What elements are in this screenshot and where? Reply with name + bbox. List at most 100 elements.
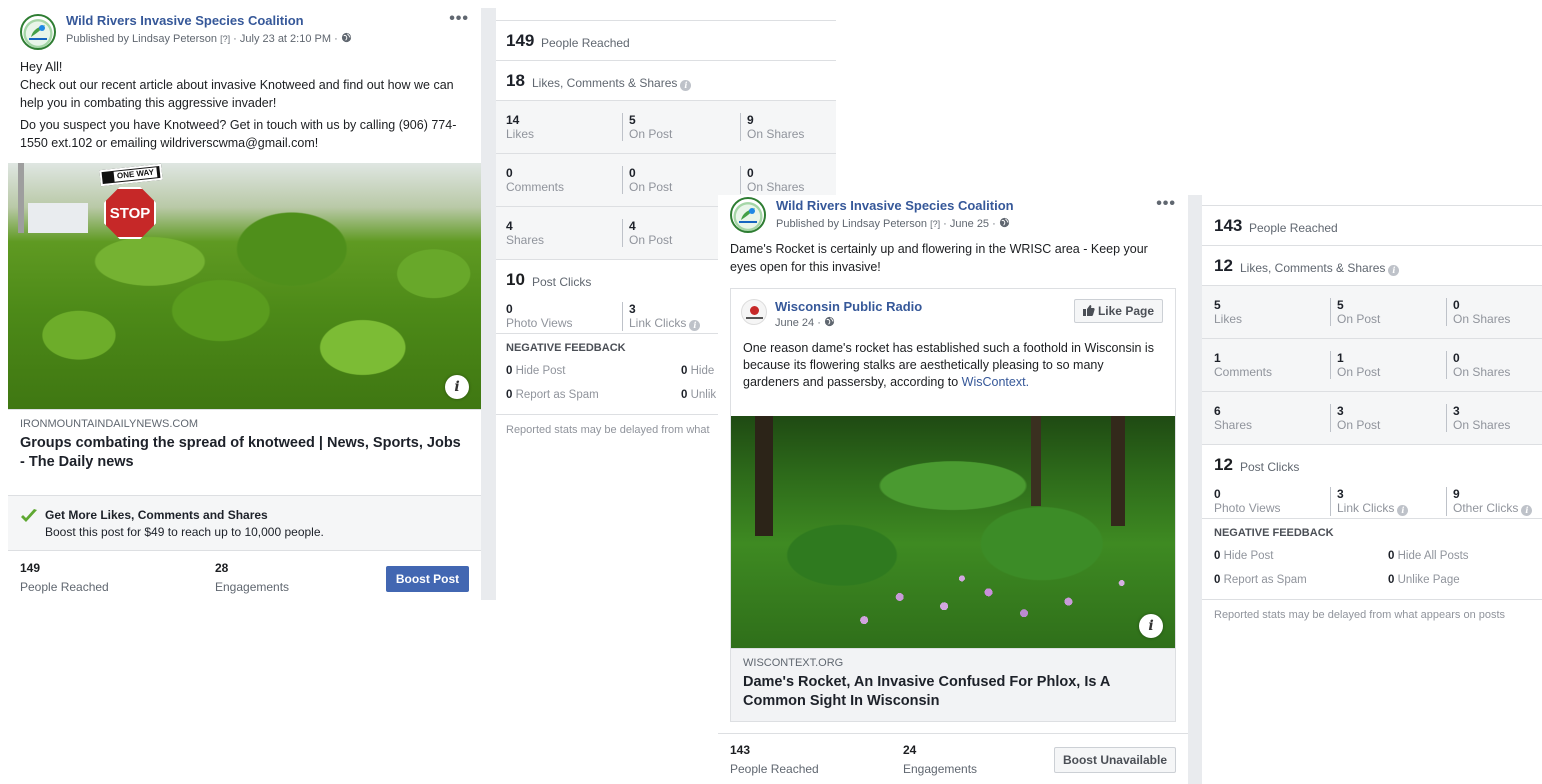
shared-text: One reason dame's rocket has established…	[731, 334, 1175, 416]
info-icon[interactable]: i	[1388, 265, 1400, 276]
info-icon[interactable]: i	[445, 375, 469, 399]
cell: 0 On Shares	[740, 166, 804, 194]
cell-value: 3	[1337, 487, 1344, 501]
cell-value: 0	[629, 166, 636, 180]
cell: 0 Comments	[506, 166, 564, 194]
engagements-value: 24	[903, 743, 917, 757]
note-row: Reported stats may be delayed from what …	[1202, 599, 1542, 629]
engagements-label: Engagements	[903, 762, 978, 776]
reach-row: 149 People Reached	[496, 21, 836, 61]
cell: 4 Shares	[506, 219, 544, 247]
more-icon[interactable]: •••	[449, 10, 469, 28]
cell-label: Comments	[1214, 365, 1273, 379]
report-spam: 0 Report as Spam	[1214, 574, 1307, 586]
clicks-value: 10	[506, 270, 525, 289]
unlike-value: 0	[681, 389, 688, 401]
cell-value: 6	[1214, 404, 1221, 418]
cell-label: On Post	[629, 233, 673, 247]
cell-label: On Post	[1337, 365, 1381, 379]
hide-all-value: 0	[1388, 550, 1395, 562]
link-preview[interactable]: WISCONTEXT.ORG Dame's Rocket, An Invasiv…	[731, 648, 1175, 721]
cell-label: On Post	[1337, 418, 1381, 432]
globe-icon	[824, 316, 835, 329]
cell: 3 Link Clicks i	[622, 302, 701, 331]
reached-label: People Reached	[730, 762, 819, 776]
dames-rocket-photo[interactable]: i	[731, 416, 1175, 648]
neg-title: NEGATIVE FEEDBACK	[506, 342, 626, 354]
cell-value: 4	[506, 219, 513, 233]
knotweed-photo[interactable]: ONE WAY STOP i	[8, 163, 481, 409]
spam-value: 0	[1214, 574, 1221, 586]
info-icon[interactable]: i	[689, 320, 701, 331]
one-way-sign: ONE WAY	[99, 163, 163, 187]
comments-row: 1 Comments 1 On Post 0 On Shares	[1202, 339, 1542, 392]
page-name-link[interactable]: Wild Rivers Invasive Species Coalition	[66, 13, 304, 28]
boost-post-button[interactable]: Boost Post	[386, 566, 469, 592]
hide-all-value: 0	[681, 365, 688, 377]
shared-text-body: One reason dame's rocket has established…	[743, 341, 1154, 389]
check-icon	[21, 509, 37, 522]
cell-label: On Shares	[1453, 418, 1511, 432]
cell: 3 Link Clicks i	[1330, 487, 1409, 516]
boost-subtitle: Boost this post for $49 to reach up to 1…	[45, 525, 324, 539]
stop-sign: STOP	[104, 187, 156, 239]
cell-label: On Post	[1337, 312, 1381, 326]
shared-date[interactable]: June 24	[775, 317, 814, 329]
cell: 9 Other Clicks i	[1446, 487, 1533, 516]
cell-value: 1	[1337, 351, 1344, 365]
cell-label: Likes	[506, 127, 535, 141]
delay-note: Reported stats may be delayed from what	[506, 424, 710, 436]
like-page-button[interactable]: Like Page	[1073, 299, 1163, 323]
engagements-label: Engagements	[215, 580, 290, 594]
cell-value: 0	[1214, 487, 1221, 501]
link-title[interactable]: Dame's Rocket, An Invasive Confused For …	[743, 673, 1163, 711]
page-logo[interactable]	[730, 197, 766, 233]
shared-page-name[interactable]: Wisconsin Public Radio	[775, 299, 922, 314]
cell: 1 Comments	[1214, 351, 1272, 379]
lcs-value: 18	[506, 71, 525, 90]
post-date[interactable]: July 23 at 2:10 PM	[240, 33, 331, 45]
cell-value: 0	[747, 166, 754, 180]
info-icon[interactable]: i	[1521, 505, 1533, 516]
cell: 3 On Shares	[1446, 404, 1510, 432]
spam-label: Report as Spam	[1223, 574, 1307, 586]
cell: 6 Shares	[1214, 404, 1252, 432]
link-preview[interactable]: IRONMOUNTAINDAILYNEWS.COM Groups combati…	[8, 409, 481, 483]
cell: 0 On Post	[622, 166, 672, 194]
cell-value: 5	[1337, 298, 1344, 312]
hide-all-label: Hide All Posts	[1397, 550, 1469, 562]
hide-post: 0 Hide Post	[506, 365, 565, 377]
help-marker[interactable]: [?]	[220, 34, 230, 44]
info-icon[interactable]: i	[1397, 505, 1409, 516]
post-card-1: Wild Rivers Invasive Species Coalition P…	[8, 8, 481, 600]
page-name-link[interactable]: Wild Rivers Invasive Species Coalition	[776, 198, 1014, 213]
hide-post-value: 0	[506, 365, 513, 377]
post-text-line: Do you suspect you have Knotweed? Get in…	[20, 118, 457, 150]
page-logo[interactable]	[20, 14, 56, 50]
help-marker[interactable]: [?]	[930, 219, 940, 229]
link-title[interactable]: Groups combating the spread of knotweed …	[20, 434, 469, 472]
cell-label: Link Clicks i	[629, 316, 701, 331]
cell-label-text: Link Clicks	[629, 316, 687, 330]
post-text-line: Hey All!	[20, 60, 63, 74]
info-icon[interactable]: i	[1139, 614, 1163, 638]
cell: 5 Likes	[1214, 298, 1242, 326]
insights-panel-2: 143 People Reached 12 Likes, Comments & …	[1202, 205, 1542, 635]
more-icon[interactable]: •••	[1156, 195, 1176, 213]
reached-value: 149	[506, 31, 535, 50]
shared-page-avatar[interactable]	[741, 299, 767, 325]
hide-all: 0 Hide All Posts	[1388, 550, 1469, 562]
post-clicks-row: 12 Post Clicks 0 Photo Views 3 Link Clicks…	[1202, 445, 1542, 519]
post-text-line: Check out our recent article about invas…	[20, 78, 454, 110]
boost-unavailable-button[interactable]: Boost Unavailable	[1054, 747, 1176, 773]
post-date[interactable]: June 25	[950, 218, 989, 230]
cell: 5 On Post	[622, 113, 672, 141]
hide-post-value: 0	[1214, 550, 1221, 562]
wiscontext-link[interactable]: WisContext.	[962, 375, 1029, 389]
shared-date-row: June 24 ·	[775, 316, 835, 329]
info-icon[interactable]: i	[680, 80, 692, 91]
divider-strip	[481, 8, 496, 600]
cell-label-text: Link Clicks	[1337, 501, 1395, 515]
post-header: Wild Rivers Invasive Species Coalition P…	[8, 8, 481, 56]
shares-row: 6 Shares 3 On Post 3 On Shares	[1202, 392, 1542, 445]
